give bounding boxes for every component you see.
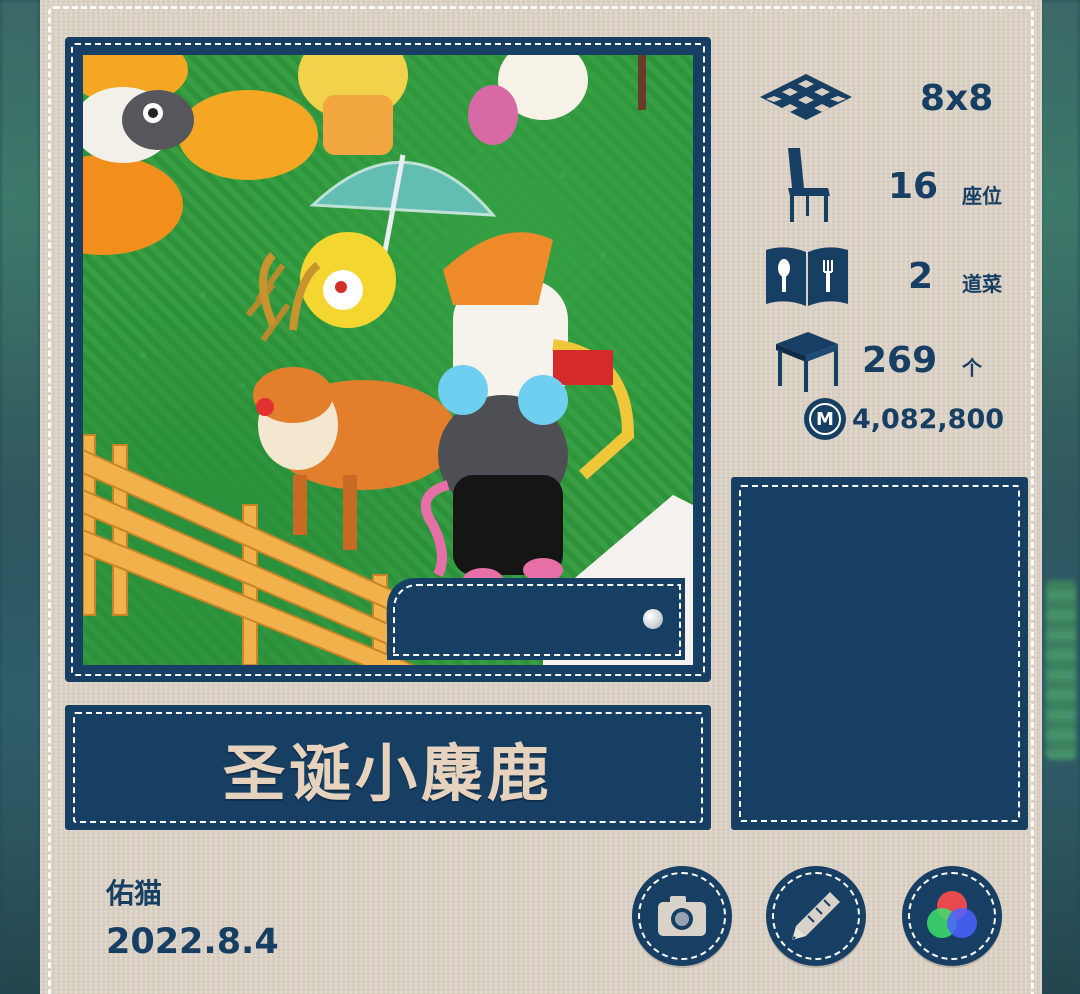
coin-icon: M bbox=[804, 398, 846, 440]
tab-button-knob bbox=[643, 609, 663, 629]
camera-button[interactable] bbox=[632, 866, 732, 966]
furniture-unit: 个 bbox=[962, 356, 982, 380]
creation-date: 2022.8.4 bbox=[106, 922, 279, 962]
seats-unit: 座位 bbox=[962, 184, 1002, 208]
furniture-value: 269 bbox=[862, 340, 938, 381]
scene-photo bbox=[83, 55, 693, 665]
note-panel bbox=[731, 477, 1028, 830]
background-left bbox=[0, 0, 40, 994]
pencil-icon bbox=[792, 892, 840, 940]
dishes-value: 2 bbox=[908, 256, 934, 297]
author-name: 佑猫 bbox=[106, 877, 163, 910]
title-banner: 圣诞小麋鹿 bbox=[65, 705, 711, 830]
rgb-color-icon bbox=[927, 891, 977, 938]
grid-size-value: 8x8 bbox=[920, 78, 994, 119]
restaurant-title: 圣诞小麋鹿 bbox=[222, 736, 553, 810]
table-icon bbox=[776, 332, 838, 392]
checkered-floor-icon bbox=[760, 74, 852, 120]
money-value: 4,082,800 bbox=[852, 404, 1005, 435]
camera-icon bbox=[658, 896, 706, 936]
background-right bbox=[1040, 0, 1080, 994]
color-button[interactable] bbox=[902, 866, 1002, 966]
menu-book-icon bbox=[766, 247, 848, 306]
photo-frame bbox=[65, 37, 711, 682]
chair-icon bbox=[788, 148, 830, 222]
edit-button[interactable] bbox=[766, 866, 866, 966]
photo-tab bbox=[387, 578, 685, 660]
restaurant-card: 圣诞小麋鹿 8x8 16 座位 2 道菜 269 个 M 4,082,800 佑… bbox=[40, 0, 1042, 994]
seats-value: 16 bbox=[888, 166, 939, 207]
dishes-unit: 道菜 bbox=[962, 272, 1002, 296]
